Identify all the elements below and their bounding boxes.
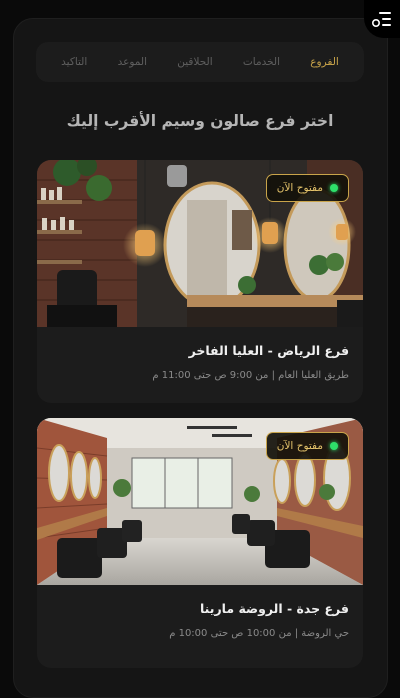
menu-button[interactable] <box>364 0 400 38</box>
branch-details: طريق العليا العام | من 9:00 ص حتى 11:00 … <box>152 370 349 381</box>
menu-icon <box>371 12 391 28</box>
booking-steps: الفروع الخدمات الحلاقين الموعد التاكيد <box>36 42 364 82</box>
status-badge: مفتوح الآن <box>265 174 349 202</box>
step-branches[interactable]: الفروع <box>310 56 339 68</box>
branch-card-riyadh[interactable]: مفتوح الآن فرع الرياض - العليا الفاخر طر… <box>37 160 363 403</box>
open-status-dot <box>330 184 338 192</box>
step-confirmation[interactable]: التاكيد <box>61 56 87 68</box>
branch-details: حي الروضة | من 10:00 ص حتى 10:00 م <box>169 628 349 639</box>
branch-name: فرع جدة - الروضة مارينا <box>199 601 349 616</box>
open-status-dot <box>330 442 338 450</box>
step-barbers[interactable]: الحلاقين <box>177 56 212 68</box>
page-title: اختر فرع صالون وسيم الأقرب إليك <box>66 112 334 130</box>
branch-info: فرع جدة - الروضة مارينا حي الروضة | من 1… <box>37 585 363 639</box>
branch-photo: مفتوح الآن <box>37 160 363 327</box>
step-services[interactable]: الخدمات <box>243 56 280 68</box>
step-appointment[interactable]: الموعد <box>118 56 147 68</box>
status-badge: مفتوح الآن <box>265 432 349 460</box>
branch-photo: مفتوح الآن <box>37 418 363 585</box>
branch-name: فرع الرياض - العليا الفاخر <box>188 343 349 358</box>
status-label: مفتوح الآن <box>276 182 323 194</box>
branch-info: فرع الرياض - العليا الفاخر طريق العليا ا… <box>37 327 363 381</box>
status-label: مفتوح الآن <box>276 440 323 452</box>
branch-card-jeddah[interactable]: مفتوح الآن فرع جدة - الروضة مارينا حي ال… <box>37 418 363 668</box>
